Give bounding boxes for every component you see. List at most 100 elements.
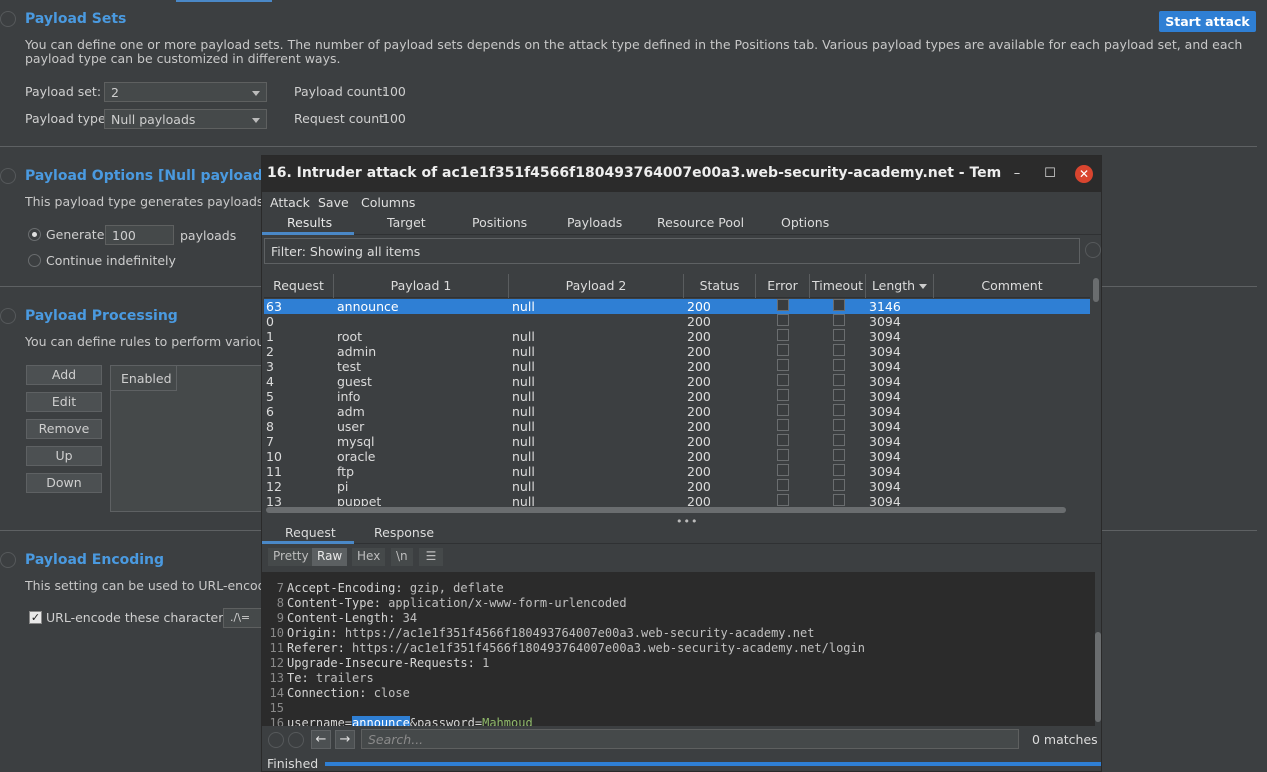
menu-save[interactable]: Save (318, 195, 349, 210)
settings-icon[interactable] (288, 732, 304, 748)
tab-payloads[interactable]: Payloads (567, 215, 622, 230)
urlencode-checkbox[interactable]: ✓ (29, 611, 42, 624)
remove-rule-button[interactable]: Remove (26, 419, 102, 439)
header-value: 1 (482, 656, 490, 670)
detail-tabs: Request Response (262, 520, 1101, 544)
cell-payload-2: null (512, 359, 535, 374)
tab-target[interactable]: Target (387, 215, 426, 230)
view-raw-button[interactable]: Raw (312, 548, 348, 566)
tab-options[interactable]: Options (781, 215, 829, 230)
header-name: Upgrade-Insecure-Requests (287, 656, 468, 670)
column-payload-2[interactable]: Payload 2 (509, 274, 684, 298)
column-status[interactable]: Status (684, 274, 756, 298)
up-rule-button[interactable]: Up (26, 446, 102, 466)
help-icon[interactable] (0, 11, 16, 27)
line-number: 15 (269, 701, 284, 715)
cell-error-checkbox (777, 329, 789, 341)
column-error[interactable]: Error (756, 274, 810, 298)
header-name: Referer (287, 641, 338, 655)
table-row[interactable]: 0 200 3094 (264, 314, 1090, 329)
scrollbar-thumb[interactable] (1093, 278, 1099, 302)
urlencode-chars-input[interactable]: ./\=<> (223, 608, 263, 628)
cell-request: 7 (266, 434, 274, 449)
help-icon[interactable] (268, 732, 284, 748)
search-input[interactable]: Search... (361, 729, 1019, 749)
column-comment[interactable]: Comment (934, 274, 1090, 298)
cell-payload-2: null (512, 464, 535, 479)
column-payload-1[interactable]: Payload 1 (334, 274, 509, 298)
table-row[interactable]: 4 guest null 200 3094 (264, 374, 1090, 389)
table-row[interactable]: 2 admin null 200 3094 (264, 344, 1090, 359)
cell-payload-1: mysql (337, 434, 375, 449)
table-row[interactable]: 1 root null 200 3094 (264, 329, 1090, 344)
scrollbar-thumb[interactable] (1095, 632, 1101, 722)
editor-scrollbar[interactable] (1095, 572, 1101, 726)
table-row[interactable]: 3 test null 200 3094 (264, 359, 1090, 374)
menu-columns[interactable]: Columns (361, 195, 415, 210)
menu-icon[interactable]: ☰ (419, 548, 443, 566)
next-match-button[interactable]: → (335, 730, 355, 749)
payload-type-select[interactable]: Null payloads (104, 109, 267, 129)
column-length[interactable]: Length (866, 274, 934, 298)
header-name: Connection (287, 686, 360, 700)
generate-count-input[interactable]: 100 (105, 225, 174, 245)
filter-bar[interactable]: Filter: Showing all items (264, 238, 1080, 264)
request-editor[interactable]: 7 Accept-Encoding: gzip, deflate 8 Content-… (262, 572, 1095, 726)
cell-error-checkbox (777, 314, 789, 326)
tab-resource-pool[interactable]: Resource Pool (657, 215, 744, 230)
enabled-column-header[interactable]: Enabled (111, 366, 177, 391)
column-timeout[interactable]: Timeout (810, 274, 866, 298)
cell-payload-2: null (512, 419, 535, 434)
table-row[interactable]: 8 user null 200 3094 (264, 419, 1090, 434)
results-vertical-scrollbar[interactable] (1091, 274, 1101, 506)
table-row[interactable]: 63 announce null 200 3146 (264, 299, 1090, 314)
chevron-down-icon (252, 91, 260, 96)
cell-payload-1: admin (337, 344, 377, 359)
table-row[interactable]: 5 info null 200 3094 (264, 389, 1090, 404)
add-rule-button[interactable]: Add (26, 365, 102, 385)
help-icon[interactable] (0, 552, 16, 568)
help-icon[interactable] (1085, 242, 1101, 258)
processing-rules-table[interactable]: Enabled (110, 365, 270, 512)
down-rule-button[interactable]: Down (26, 473, 102, 493)
minimize-icon[interactable]: – (1008, 165, 1026, 183)
newline-toggle-button[interactable]: \n (391, 548, 413, 566)
start-attack-button[interactable]: Start attack (1159, 11, 1256, 32)
edit-rule-button[interactable]: Edit (26, 392, 102, 412)
cell-status: 200 (687, 344, 711, 359)
help-icon[interactable] (0, 168, 16, 184)
view-pretty-button[interactable]: Pretty (268, 548, 314, 566)
title-bar[interactable]: 16. Intruder attack of ac1e1f351f4566f18… (262, 156, 1101, 192)
payload-encoding-description: This setting can be used to URL-encode s… (25, 579, 261, 593)
close-icon[interactable]: ✕ (1075, 165, 1093, 183)
header-name: Origin (287, 626, 331, 640)
table-row[interactable]: 12 pi null 200 3094 (264, 479, 1090, 494)
cell-status: 200 (687, 299, 711, 314)
view-hex-button[interactable]: Hex (352, 548, 386, 566)
window-title: 16. Intruder attack of ac1e1f351f4566f18… (267, 165, 1002, 181)
payload-set-select[interactable]: 2 (104, 82, 267, 102)
table-row[interactable]: 7 mysql null 200 3094 (264, 434, 1090, 449)
tab-response[interactable]: Response (374, 525, 434, 540)
maximize-icon[interactable]: ☐ (1041, 165, 1059, 183)
code-line: Content-Type: application/x-www-form-url… (287, 596, 627, 610)
generate-radio[interactable] (28, 228, 41, 241)
cell-length: 3094 (869, 344, 901, 359)
table-row[interactable]: 13 puppet null 200 3094 (264, 494, 1090, 506)
tab-positions[interactable]: Positions (472, 215, 527, 230)
scrollbar-thumb[interactable] (266, 507, 1066, 513)
cell-request: 3 (266, 359, 274, 374)
cell-payload-2: null (512, 434, 535, 449)
column-request[interactable]: Request (264, 274, 334, 298)
tab-request[interactable]: Request (285, 525, 336, 540)
menu-attack[interactable]: Attack (270, 195, 310, 210)
table-row[interactable]: 11 ftp null 200 3094 (264, 464, 1090, 479)
status-text: Finished (267, 756, 319, 771)
tab-results[interactable]: Results (287, 215, 332, 230)
results-horizontal-scrollbar[interactable] (264, 506, 1091, 514)
help-icon[interactable] (0, 308, 16, 324)
table-row[interactable]: 10 oracle null 200 3094 (264, 449, 1090, 464)
previous-match-button[interactable]: ← (311, 730, 331, 749)
table-row[interactable]: 6 adm null 200 3094 (264, 404, 1090, 419)
continue-indefinitely-radio[interactable] (28, 254, 41, 267)
